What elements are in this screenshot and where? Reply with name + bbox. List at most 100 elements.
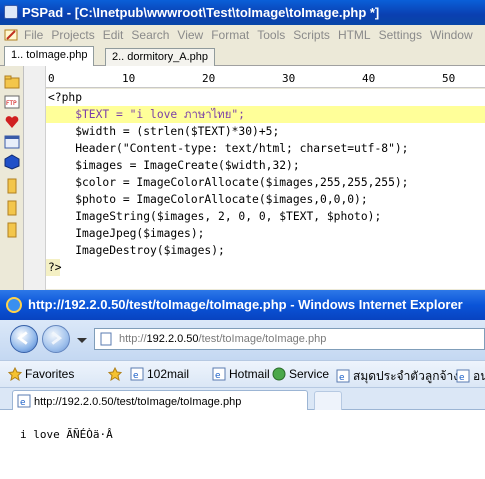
ie-title-text: http://192.2.0.50/test/toImage/toImage.p… xyxy=(28,297,463,312)
fav-label: สมุดประจำตัวลูกจ้าง xyxy=(353,369,460,383)
pspad-title-text: PSPad - [C:\Inetpub\wwwroot\Test\toImage… xyxy=(22,5,380,20)
ie-page-icon: e xyxy=(17,394,31,408)
code-line: $width = (strlen($TEXT)*30)+5; xyxy=(48,125,280,138)
menu-settings[interactable]: Settings xyxy=(379,28,430,42)
arrow-left-icon xyxy=(17,331,28,345)
code-line: ImageJpeg($images); xyxy=(48,227,205,240)
clip-icon[interactable] xyxy=(4,200,20,216)
page-output-text: i love ÃÑÉÒä·Â xyxy=(20,428,113,441)
ie-logo-icon xyxy=(6,297,22,313)
page-icon xyxy=(100,332,112,346)
note-icon[interactable] xyxy=(4,222,20,238)
code-line-current: $TEXT = "i love ภาษาไทย"; xyxy=(46,106,485,123)
pspad-menu-bar: File Projects Edit Search View Format To… xyxy=(0,25,485,45)
address-bar[interactable]: http://192.2.0.50/test/toImage/toImage.p… xyxy=(94,328,485,350)
globe-icon xyxy=(272,367,286,381)
menu-view[interactable]: View xyxy=(177,28,211,42)
menu-html[interactable]: HTML xyxy=(338,28,379,42)
pspad-side-toolbar: FTP xyxy=(0,66,24,290)
ruler-tick: 0 xyxy=(48,72,55,85)
ruler-tick: 40 xyxy=(362,72,376,85)
ie-tab-bar: e http://192.2.0.50/test/toImage/toImage.… xyxy=(0,388,485,411)
folder-icon[interactable] xyxy=(4,74,20,90)
tab-dormitory[interactable]: 2.. dormitory_A.php xyxy=(105,48,215,67)
fav-label: อน xyxy=(473,369,485,383)
fav-label: Hotmail xyxy=(229,367,270,381)
address-prefix: http:// xyxy=(119,333,147,345)
svg-text:e: e xyxy=(339,373,345,383)
arrow-right-icon xyxy=(51,331,63,345)
ie-tab-active[interactable]: e http://192.2.0.50/test/toImage/toImage.… xyxy=(12,390,308,411)
line-gutter xyxy=(24,66,46,290)
fav-link-more[interactable]: e อน xyxy=(456,367,485,386)
menu-file[interactable]: File xyxy=(24,28,51,42)
ruler-tick: 50 xyxy=(442,72,456,85)
ie-page-icon: e xyxy=(212,367,226,381)
pspad-app-icon xyxy=(4,5,18,19)
fav-label: Service xyxy=(289,367,330,381)
fav-link-thai[interactable]: e สมุดประจำตัวลูกจ้าง xyxy=(336,367,459,386)
address-path: /test/toImage/toImage.php xyxy=(198,333,327,345)
menu-window[interactable]: Window xyxy=(430,28,481,42)
ruler-tick: 10 xyxy=(122,72,136,85)
fav-label: 102mail xyxy=(147,367,190,381)
new-tab-button[interactable] xyxy=(314,391,342,410)
ftp-icon[interactable]: FTP xyxy=(4,94,20,110)
favorites-bar: Favorites e 102mail e Hotmail Service e สมุ… xyxy=(0,360,485,388)
tab-toimage[interactable]: 1.. toImage.php xyxy=(4,46,95,67)
tab-dormitory-label: 2.. dormitory_A.php xyxy=(112,51,208,63)
code-line: $photo = ImageColorAllocate($images,0,0,… xyxy=(48,193,368,206)
menu-edit[interactable]: Edit xyxy=(103,28,132,42)
menu-scripts[interactable]: Scripts xyxy=(293,28,338,42)
heart-icon[interactable] xyxy=(4,114,20,130)
menu-tools[interactable]: Tools xyxy=(257,28,293,42)
dropdown-arrow-icon[interactable] xyxy=(74,332,90,348)
svg-text:e: e xyxy=(215,371,221,381)
window-list-icon[interactable] xyxy=(4,134,20,150)
svg-text:e: e xyxy=(459,373,465,383)
add-favorite-button[interactable] xyxy=(108,367,125,381)
svg-text:FTP: FTP xyxy=(6,100,17,107)
ruler-tick: 20 xyxy=(202,72,216,85)
ie-page-icon: e xyxy=(456,369,470,383)
tab-toimage-label: 1.. toImage.php xyxy=(11,49,88,61)
menu-projects[interactable]: Projects xyxy=(51,28,102,42)
ruler-tick: 30 xyxy=(282,72,296,85)
svg-text:e: e xyxy=(133,371,139,381)
code-line: Header("Content-type: text/html; charset… xyxy=(48,142,409,155)
favorites-label: Favorites xyxy=(25,367,75,381)
address-text: http://192.2.0.50/test/toImage/toImage.p… xyxy=(119,333,326,345)
ie-navigation-bar: http://192.2.0.50/test/toImage/toImage.p… xyxy=(0,320,485,360)
pspad-file-tabs: 1.. toImage.php 2.. dormitory_A.php xyxy=(0,46,485,67)
fav-link-hotmail[interactable]: e Hotmail xyxy=(212,367,270,381)
code-line: ImageDestroy($images); xyxy=(48,244,225,257)
ie-tab-title: http://192.2.0.50/test/toImage/toImage.p… xyxy=(34,396,242,408)
ie-page-icon: e xyxy=(130,367,144,381)
code-line: ImageString($images, 2, 0, 0, $TEXT, $ph… xyxy=(48,210,382,223)
back-button[interactable] xyxy=(10,325,38,353)
ie-page-icon: e xyxy=(336,369,350,383)
pencil-icon xyxy=(4,29,18,41)
code-line: <?php xyxy=(48,91,83,104)
menu-search[interactable]: Search xyxy=(131,28,177,42)
add-star-icon xyxy=(108,367,122,381)
fav-link-service[interactable]: Service xyxy=(272,367,329,381)
code-line: $images = ImageCreate($width,32); xyxy=(48,159,300,172)
menu-format[interactable]: Format xyxy=(211,28,257,42)
pspad-window: PSPad - [C:\Inetpub\wwwroot\Test\toImage… xyxy=(0,0,485,290)
code-line: ?> xyxy=(46,259,62,276)
address-host: 192.2.0.50 xyxy=(146,333,199,345)
forward-button[interactable] xyxy=(42,325,70,353)
pspad-title-bar[interactable]: PSPad - [C:\Inetpub\wwwroot\Test\toImage… xyxy=(0,0,485,25)
star-icon xyxy=(8,367,22,381)
code-editor[interactable]: <?php $TEXT = "i love ภาษาไทย"; $width =… xyxy=(46,89,485,289)
code-line: $color = ImageColorAllocate($images,255,… xyxy=(48,176,409,189)
column-ruler: 0 10 20 30 40 50 xyxy=(46,66,485,88)
favorites-button[interactable]: Favorites xyxy=(8,367,74,381)
bookmark-icon[interactable] xyxy=(4,178,20,194)
fav-link-102mail[interactable]: e 102mail xyxy=(130,367,189,381)
cube-icon[interactable] xyxy=(4,154,20,170)
ie-title-bar[interactable]: http://192.2.0.50/test/toImage/toImage.p… xyxy=(0,290,485,320)
ie-window: http://192.2.0.50/test/toImage/toImage.p… xyxy=(0,290,485,479)
